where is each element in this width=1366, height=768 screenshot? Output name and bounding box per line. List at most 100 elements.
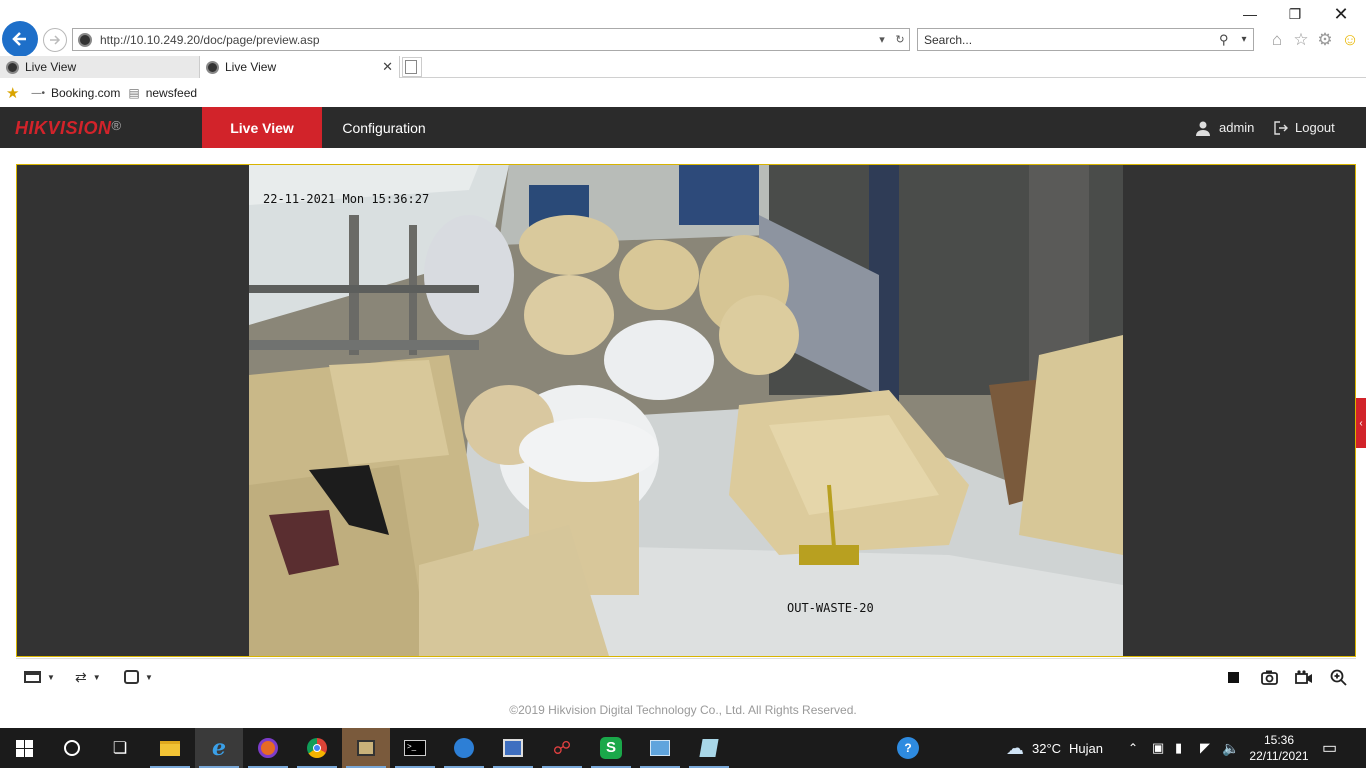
taskbar-app-notes[interactable] — [685, 728, 733, 768]
close-window-button[interactable]: ✕ — [1326, 4, 1356, 24]
window-app-icon — [650, 740, 670, 756]
app-header: HIKVISION® Live View Configuration admin… — [0, 107, 1366, 148]
meet-now-icon: ▣ — [1152, 740, 1165, 755]
window-layout-button[interactable]: ▼ — [24, 667, 55, 687]
camera-video-feed[interactable]: 22-11-2021 Mon 15:36:27 OUT-WASTE-20 — [249, 165, 1123, 656]
address-bar[interactable]: http://10.10.249.20/doc/page/preview.asp… — [72, 28, 910, 51]
osd-camera-name: OUT-WASTE-20 — [787, 601, 874, 615]
clock-time: 15:36 — [1263, 733, 1295, 747]
live-view-window[interactable]: 22-11-2021 Mon 15:36:27 OUT-WASTE-20 — [16, 164, 1356, 657]
stream-type-button[interactable]: ⇄ ▼ — [75, 667, 101, 687]
search-bar[interactable]: Search... ⚲ ▾ — [917, 28, 1254, 51]
side-panel-toggle[interactable]: ‹ — [1356, 398, 1366, 448]
taskbar-network-monitor[interactable] — [489, 728, 537, 768]
newsfeed-favicon-icon: ▤ — [128, 86, 140, 100]
taskbar-terminal[interactable]: >_ — [391, 728, 439, 768]
smiley-feedback-icon[interactable]: ☺ — [1340, 30, 1360, 50]
search-input[interactable]: Search... — [924, 33, 1219, 47]
taskbar-satellite-app[interactable]: ☍ — [538, 728, 586, 768]
taskbar-file-explorer[interactable] — [146, 728, 194, 768]
rain-cloud-icon: ☁ — [1006, 737, 1024, 758]
task-view-button[interactable]: ❏ — [96, 728, 144, 768]
new-tab-button[interactable] — [402, 57, 422, 77]
tray-meet-now[interactable]: ▣ — [1152, 728, 1164, 768]
windows-logo-icon — [15, 739, 33, 757]
logout-label: Logout — [1295, 120, 1335, 135]
search-button[interactable] — [48, 728, 96, 768]
plugin-button[interactable]: ▼ — [124, 667, 153, 687]
tray-battery[interactable]: ▮ — [1175, 728, 1182, 768]
hikvision-logo: HIKVISION® — [15, 118, 122, 139]
favorite-link-newsfeed[interactable]: newsfeed — [146, 86, 197, 100]
refresh-icon[interactable]: ↻ — [891, 33, 909, 46]
footer-copyright: ©2019 Hikvision Digital Technology Co., … — [509, 703, 857, 717]
clock-date: 22/11/2021 — [1249, 749, 1309, 763]
stop-live-view-button[interactable] — [1228, 667, 1239, 687]
window-layout-icon — [24, 671, 41, 683]
windows-taskbar: ❏ e >_ ☍ S ? ☁ 32°C Hujan ⌃ ▣ ▮ ◤ 🔈 15:3… — [0, 728, 1366, 768]
logout-button[interactable]: Logout — [1274, 107, 1335, 148]
favorites-star-icon[interactable]: ☆ — [1291, 30, 1311, 50]
tab-live-view[interactable]: Live View — [202, 107, 322, 148]
search-dropdown-icon[interactable]: ▾ — [1235, 34, 1253, 45]
blue-app-icon — [454, 738, 474, 758]
settings-gear-icon[interactable]: ⚙ — [1315, 30, 1335, 50]
camera-scene-image — [249, 165, 1123, 656]
network-monitor-icon — [503, 739, 523, 757]
taskbar-app-window[interactable] — [636, 728, 684, 768]
site-favicon-icon — [78, 32, 92, 47]
search-icon[interactable]: ⚲ — [1219, 32, 1235, 48]
tab-favicon-icon — [6, 60, 19, 74]
notes-icon — [699, 739, 719, 757]
stream-type-icon: ⇄ — [75, 668, 87, 685]
address-url[interactable]: http://10.10.249.20/doc/page/preview.asp — [100, 33, 873, 47]
minimize-button[interactable]: — — [1235, 4, 1265, 24]
back-button[interactable] — [2, 21, 38, 57]
help-icon: ? — [897, 737, 919, 759]
forward-button[interactable] — [43, 28, 67, 52]
internet-explorer-icon: e — [212, 735, 226, 761]
taskbar-app-blue[interactable] — [440, 728, 488, 768]
taskbar-app-green[interactable]: S — [587, 728, 635, 768]
zoom-in-icon — [1330, 669, 1347, 686]
tab-configuration[interactable]: Configuration — [330, 107, 438, 148]
arrow-left-icon — [12, 32, 26, 46]
taskbar-firefox[interactable] — [244, 728, 292, 768]
favorites-bar: ★ —• Booking.com ▤ newsfeed — [0, 80, 1366, 106]
action-center-button[interactable]: ▭ — [1322, 728, 1337, 768]
restore-button[interactable]: ❐ — [1280, 4, 1310, 24]
user-icon — [1196, 121, 1210, 136]
stop-icon — [1228, 671, 1239, 683]
taskbar-internet-explorer[interactable]: e — [195, 728, 243, 768]
tab-close-icon[interactable]: ✕ — [382, 59, 393, 75]
tab-live-view-2[interactable]: Live View ✕ — [200, 56, 400, 78]
new-tab-icon — [405, 60, 417, 74]
show-hidden-icons-button[interactable]: ⌃ — [1128, 728, 1138, 768]
osd-timestamp: 22-11-2021 Mon 15:36:27 — [263, 192, 430, 206]
favorite-link-booking[interactable]: Booking.com — [51, 86, 120, 100]
tray-network[interactable]: ◤ — [1200, 728, 1210, 768]
weather-widget[interactable]: ☁ 32°C Hujan — [1006, 728, 1103, 768]
favorites-add-icon[interactable]: ★ — [6, 84, 19, 102]
record-button[interactable] — [1295, 667, 1313, 687]
tab-label: Live View — [25, 60, 77, 74]
taskbar-app-network[interactable] — [342, 728, 390, 768]
tab-live-view-1[interactable]: Live View — [0, 56, 200, 78]
start-button[interactable] — [0, 728, 48, 768]
tab-label: Live View — [225, 60, 277, 74]
address-dropdown-icon[interactable]: ▾ — [873, 33, 891, 46]
user-menu[interactable]: admin — [1195, 107, 1254, 148]
tray-volume[interactable]: 🔈 — [1222, 728, 1239, 768]
taskbar-chrome[interactable] — [293, 728, 341, 768]
battery-icon: ▮ — [1175, 740, 1183, 755]
cortana-circle-icon — [64, 740, 80, 756]
home-icon[interactable]: ⌂ — [1267, 30, 1287, 50]
tray-clock[interactable]: 15:36 22/11/2021 — [1247, 728, 1311, 768]
caret-down-icon: ▼ — [92, 672, 101, 682]
chrome-icon — [307, 738, 327, 758]
username: admin — [1219, 120, 1255, 135]
taskbar-help[interactable]: ? — [884, 728, 932, 768]
notification-icon: ▭ — [1322, 740, 1338, 757]
capture-button[interactable] — [1261, 667, 1278, 687]
digital-zoom-button[interactable] — [1330, 667, 1347, 687]
